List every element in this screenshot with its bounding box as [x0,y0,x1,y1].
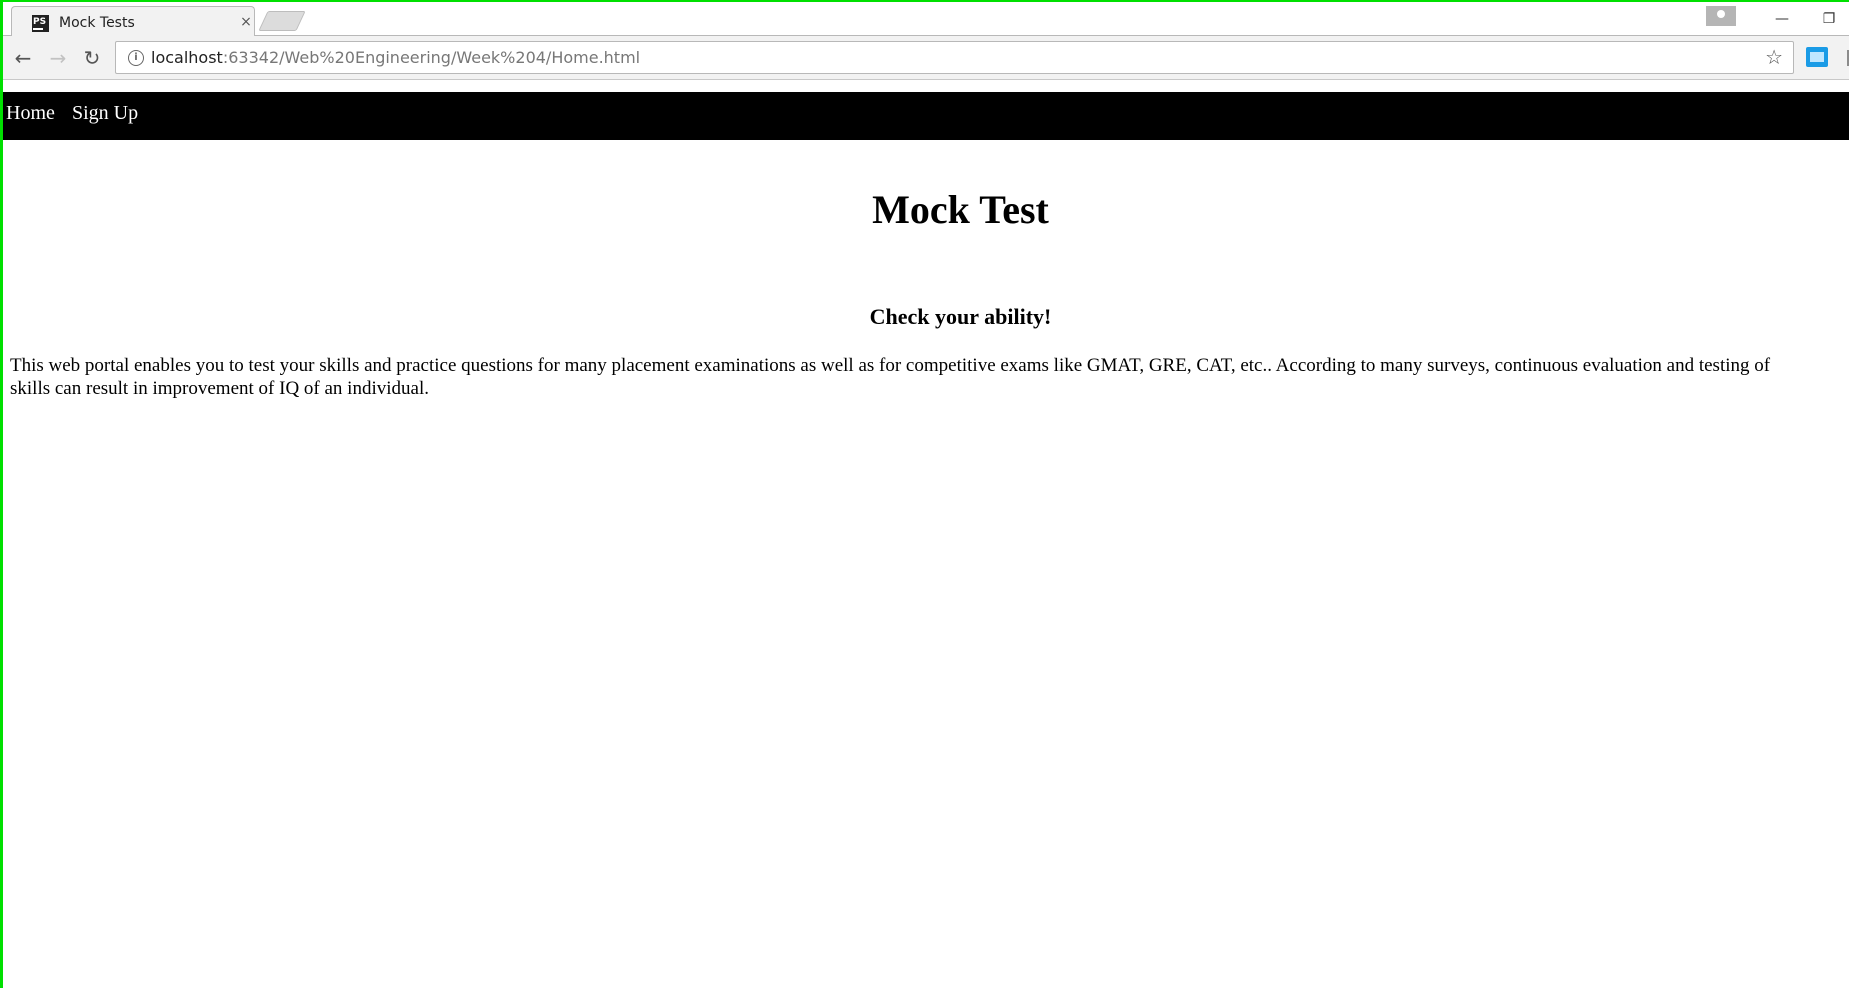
pycharm-favicon-icon: PS [32,15,49,32]
minimize-button[interactable]: — [1762,6,1802,32]
nav-home-link[interactable]: Home [6,102,55,125]
page-content: Home Sign Up Mock Test Check your abilit… [3,81,1849,988]
browser-toolbar: ← → ↻ i localhost:63342/Web%20Engineerin… [3,36,1849,80]
profile-icon[interactable] [1706,6,1736,26]
page-subtitle: Check your ability! [869,304,1052,329]
intro-line-1: This web portal enables you to test your… [10,355,1771,376]
intro-line-2: skills can result in improvement of IQ o… [10,378,429,399]
site-info-icon[interactable]: i [128,50,144,66]
nav-signup-link[interactable]: Sign Up [72,102,138,125]
forward-icon[interactable]: → [46,46,70,70]
back-icon[interactable]: ← [11,46,35,70]
address-bar[interactable]: i localhost:63342/Web%20Engineering/Week… [115,41,1794,74]
favicon-text: PS [33,16,46,30]
url-path: :63342/Web%20Engineering/Week%204/Home.h… [222,48,641,67]
tab-close-icon[interactable]: × [238,14,254,30]
intro-paragraph: This web portal enables you to test your… [10,354,1849,400]
bookmark-star-icon[interactable]: ☆ [1765,45,1783,69]
new-tab-button[interactable] [258,11,306,31]
tab-strip: PS Mock Tests × — ❐ [3,2,1849,37]
tab-mock-tests[interactable]: PS Mock Tests × [11,6,255,37]
url-text[interactable]: localhost:63342/Web%20Engineering/Week%2… [151,48,640,67]
top-navbar: Home Sign Up [3,92,1849,140]
extension-icon[interactable] [1806,47,1828,67]
restore-button[interactable]: ❐ [1809,6,1849,32]
page-title: Mock Test [872,187,1049,232]
tab-title: Mock Tests [59,15,135,31]
reload-icon[interactable]: ↻ [80,46,104,70]
url-host: localhost [151,48,223,67]
